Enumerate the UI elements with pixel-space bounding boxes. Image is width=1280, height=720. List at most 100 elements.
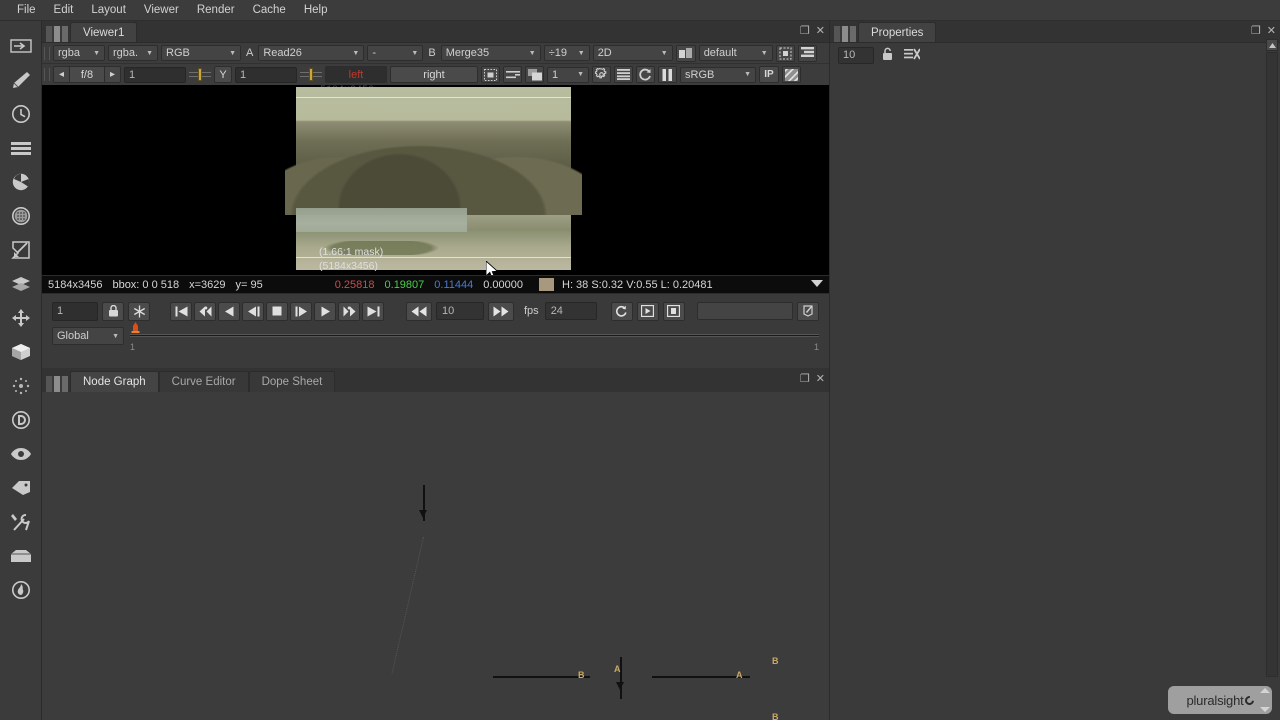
stop-button[interactable]: [266, 301, 288, 321]
layer-combo[interactable]: rgba. ▼: [108, 45, 158, 61]
image-icon[interactable]: [0, 29, 42, 63]
deep-icon[interactable]: [0, 403, 42, 437]
menu-item-viewer[interactable]: Viewer: [135, 2, 188, 18]
max-panels-input[interactable]: 10: [838, 46, 874, 64]
ip-button[interactable]: IP: [759, 66, 779, 83]
unlock-icon[interactable]: [882, 47, 896, 64]
properties-scrollbar[interactable]: [1266, 39, 1278, 690]
channels-combo[interactable]: rgba ▼: [53, 45, 105, 61]
downrez-combo[interactable]: ÷19 ▼: [543, 45, 590, 61]
time-icon[interactable]: [0, 97, 42, 131]
transform-icon[interactable]: [0, 301, 42, 335]
proxy-icon[interactable]: [675, 44, 696, 62]
gain-decrease-button[interactable]: ◂: [53, 66, 70, 83]
viewer-process-combo[interactable]: default ▼: [698, 45, 773, 61]
play-forward-button[interactable]: [314, 301, 336, 321]
menu-item-render[interactable]: Render: [188, 2, 244, 18]
lock-icon[interactable]: [102, 301, 124, 321]
node-graph-maximize-icon[interactable]: ❐: [800, 372, 810, 386]
menu-item-file[interactable]: File: [8, 2, 45, 18]
skip-forward-icon[interactable]: [488, 301, 514, 321]
viewer-close-icon[interactable]: ✕: [816, 24, 825, 38]
gain-stepper-label[interactable]: f/8: [70, 66, 104, 83]
properties-pane-grip-icon[interactable]: [834, 26, 856, 42]
node-graph-close-icon[interactable]: ✕: [816, 372, 825, 386]
keyer-icon[interactable]: [0, 233, 42, 267]
current-frame-input[interactable]: 1: [52, 301, 98, 321]
loop-icon[interactable]: [610, 301, 633, 321]
step-back-button[interactable]: [242, 301, 264, 321]
wipe-icon[interactable]: [503, 66, 522, 83]
node-graph-canvas[interactable]: A B A B B 10 Read26 layer1_bg.tif: [42, 392, 829, 720]
three-d-icon[interactable]: [0, 335, 42, 369]
toolbar-handle[interactable]: [44, 46, 50, 60]
stereo-combo[interactable]: 1 ▼: [547, 66, 589, 83]
step-forward-button[interactable]: [290, 301, 312, 321]
playhead-marker[interactable]: [130, 322, 141, 335]
clear-all-icon[interactable]: [904, 48, 921, 63]
other-icon[interactable]: [0, 539, 42, 573]
filter-icon[interactable]: [0, 199, 42, 233]
prev-keyframe-button[interactable]: [194, 301, 216, 321]
gear-icon[interactable]: [592, 66, 611, 83]
refresh-icon[interactable]: [636, 66, 655, 83]
tab-node-graph[interactable]: Node Graph: [70, 371, 159, 392]
metadata-icon[interactable]: [0, 471, 42, 505]
lines-icon[interactable]: [614, 66, 633, 83]
gain-slider[interactable]: [189, 68, 211, 81]
gamma-label[interactable]: Y: [214, 66, 232, 83]
play-backward-button[interactable]: [218, 301, 240, 321]
timeline-track[interactable]: 1 1: [130, 322, 819, 352]
channel-icon[interactable]: [0, 131, 42, 165]
display-channel-combo[interactable]: RGB ▼: [161, 45, 241, 61]
input-b-combo[interactable]: Merge35 ▼: [440, 45, 541, 61]
furnace-icon[interactable]: [0, 573, 42, 607]
roi-icon[interactable]: [775, 44, 795, 62]
view-right-button[interactable]: right: [390, 66, 478, 83]
viewer-canvas[interactable]: 5184x3456 (1.66:1 mask) (5184x3456): [42, 85, 829, 275]
gain-increase-button[interactable]: ▸: [104, 66, 121, 83]
stop-range-icon[interactable]: [662, 301, 685, 321]
color-icon[interactable]: [0, 165, 42, 199]
fps-input[interactable]: 24: [544, 302, 597, 320]
last-frame-button[interactable]: [362, 301, 384, 321]
key-icon[interactable]: [797, 301, 819, 321]
node-pane-grip-icon[interactable]: [46, 376, 68, 392]
scroll-up-button[interactable]: [1266, 39, 1278, 51]
menu-item-edit[interactable]: Edit: [45, 2, 83, 18]
viewer-maximize-icon[interactable]: ❐: [800, 24, 810, 38]
viewer-info-strip[interactable]: 5184x3456 bbox: 0 0 518 x=3629 y= 95 0.2…: [42, 275, 829, 294]
input-blank-combo[interactable]: - ▼: [367, 45, 424, 61]
first-frame-button[interactable]: [170, 301, 192, 321]
frame-increment-input[interactable]: 10: [436, 302, 484, 320]
toolbar-handle-2[interactable]: [44, 68, 50, 81]
input-a-combo[interactable]: Read26 ▼: [258, 45, 365, 61]
play-range-icon[interactable]: [636, 301, 659, 321]
gamma-slider[interactable]: [300, 68, 322, 81]
toolsets-icon[interactable]: [0, 505, 42, 539]
view-left-button[interactable]: left: [325, 66, 387, 83]
properties-close-icon[interactable]: ✕: [1267, 24, 1276, 38]
timeline-scope-combo[interactable]: Global ▼: [52, 327, 124, 345]
tab-curve-editor[interactable]: Curve Editor: [158, 371, 249, 392]
particles-icon[interactable]: [0, 369, 42, 403]
gamma-input[interactable]: 1: [235, 66, 297, 83]
menu-item-layout[interactable]: Layout: [82, 2, 135, 18]
menu-item-cache[interactable]: Cache: [244, 2, 295, 18]
pane-grip-icon[interactable]: [46, 26, 68, 42]
snowflake-icon[interactable]: [128, 301, 150, 321]
layout-icon[interactable]: [797, 44, 817, 62]
menu-item-help[interactable]: Help: [295, 2, 337, 18]
merge-icon[interactable]: [0, 267, 42, 301]
viewer-mode-combo[interactable]: 2D ▼: [592, 45, 673, 61]
tab-dope-sheet[interactable]: Dope Sheet: [248, 371, 336, 392]
full-frame-icon[interactable]: [525, 66, 544, 83]
views-icon[interactable]: [0, 437, 42, 471]
next-keyframe-button[interactable]: [338, 301, 360, 321]
hatch-icon[interactable]: [782, 66, 801, 83]
properties-maximize-icon[interactable]: ❐: [1251, 24, 1261, 38]
tab-viewer1[interactable]: Viewer1: [70, 22, 138, 42]
gain-input[interactable]: 1: [124, 66, 186, 83]
scrollbar-track[interactable]: [1266, 52, 1278, 677]
draw-icon[interactable]: [0, 63, 42, 97]
